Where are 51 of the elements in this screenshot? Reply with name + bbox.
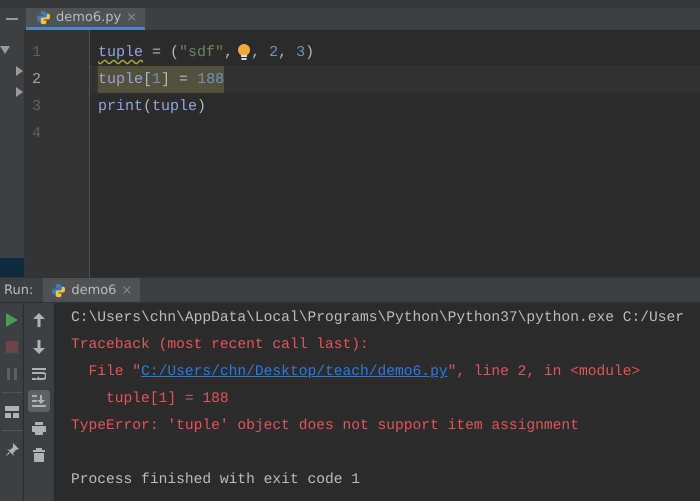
run-tab[interactable]: demo6 × xyxy=(43,278,140,302)
code-token: , xyxy=(224,43,234,63)
line-number: 2 xyxy=(31,70,42,90)
error-text: tuple[1] = 188 xyxy=(105,391,229,408)
collapse-arrow-icon[interactable] xyxy=(0,46,10,54)
editor-tab[interactable]: demo6.py × xyxy=(26,8,146,30)
console-text: C:\Users\chn\AppData\Local\Programs\Python\Python37\python.exe C:/User xyxy=(71,310,684,326)
code-token: , xyxy=(251,43,262,63)
pin-icon xyxy=(4,443,18,458)
close-icon[interactable]: × xyxy=(121,282,132,298)
print-icon xyxy=(32,422,46,435)
error-text: TypeError: 'tuple' object does not support item assignment xyxy=(71,418,579,434)
code-token: 188 xyxy=(197,66,224,93)
close-icon[interactable]: × xyxy=(126,10,138,25)
code-token: 3 xyxy=(296,43,306,63)
stop-icon xyxy=(6,341,18,354)
code-token: ) xyxy=(197,97,206,117)
error-text: Traceback (most recent call last): xyxy=(71,337,369,354)
error-text: ", line 2, in <module> xyxy=(448,364,640,380)
code-token: tuple xyxy=(152,97,198,117)
file-link[interactable]: C:/Users/chn/Desktop/teach/demo6.py xyxy=(141,364,448,380)
code-token: tuple xyxy=(98,66,144,93)
run-label: Run: xyxy=(3,282,34,300)
scroll-to-end-icon xyxy=(32,395,46,408)
tree-selection-bar xyxy=(0,258,24,278)
code-token: 2 xyxy=(269,43,278,63)
soft-wrap-icon xyxy=(32,368,46,380)
down-arrow-icon xyxy=(33,340,45,354)
code-token: print xyxy=(98,97,144,117)
python-file-icon xyxy=(36,10,51,25)
expand-arrow-icon[interactable] xyxy=(16,86,23,96)
trash-icon xyxy=(33,448,45,462)
code-token: ] = xyxy=(161,66,198,93)
layout-icon xyxy=(4,406,18,418)
python-icon xyxy=(51,282,66,298)
error-text: File " xyxy=(88,364,142,380)
code-token: , xyxy=(278,43,288,63)
code-token: ) xyxy=(305,43,314,63)
run-icon xyxy=(6,313,18,328)
code-token: = ( xyxy=(151,43,180,63)
up-arrow-icon xyxy=(33,313,45,328)
console-text: Process finished with exit code 1 xyxy=(71,472,360,488)
code-token: tuple xyxy=(98,43,144,63)
pause-icon xyxy=(6,368,16,380)
code-token: ( xyxy=(143,97,152,117)
code-token: [ xyxy=(143,66,152,93)
console-tool-button[interactable] xyxy=(28,390,50,412)
code-token: "sdf" xyxy=(179,43,224,63)
expand-arrow-icon[interactable] xyxy=(16,66,23,76)
code-token: 1 xyxy=(152,66,162,93)
lightbulb-icon[interactable] xyxy=(237,43,252,62)
